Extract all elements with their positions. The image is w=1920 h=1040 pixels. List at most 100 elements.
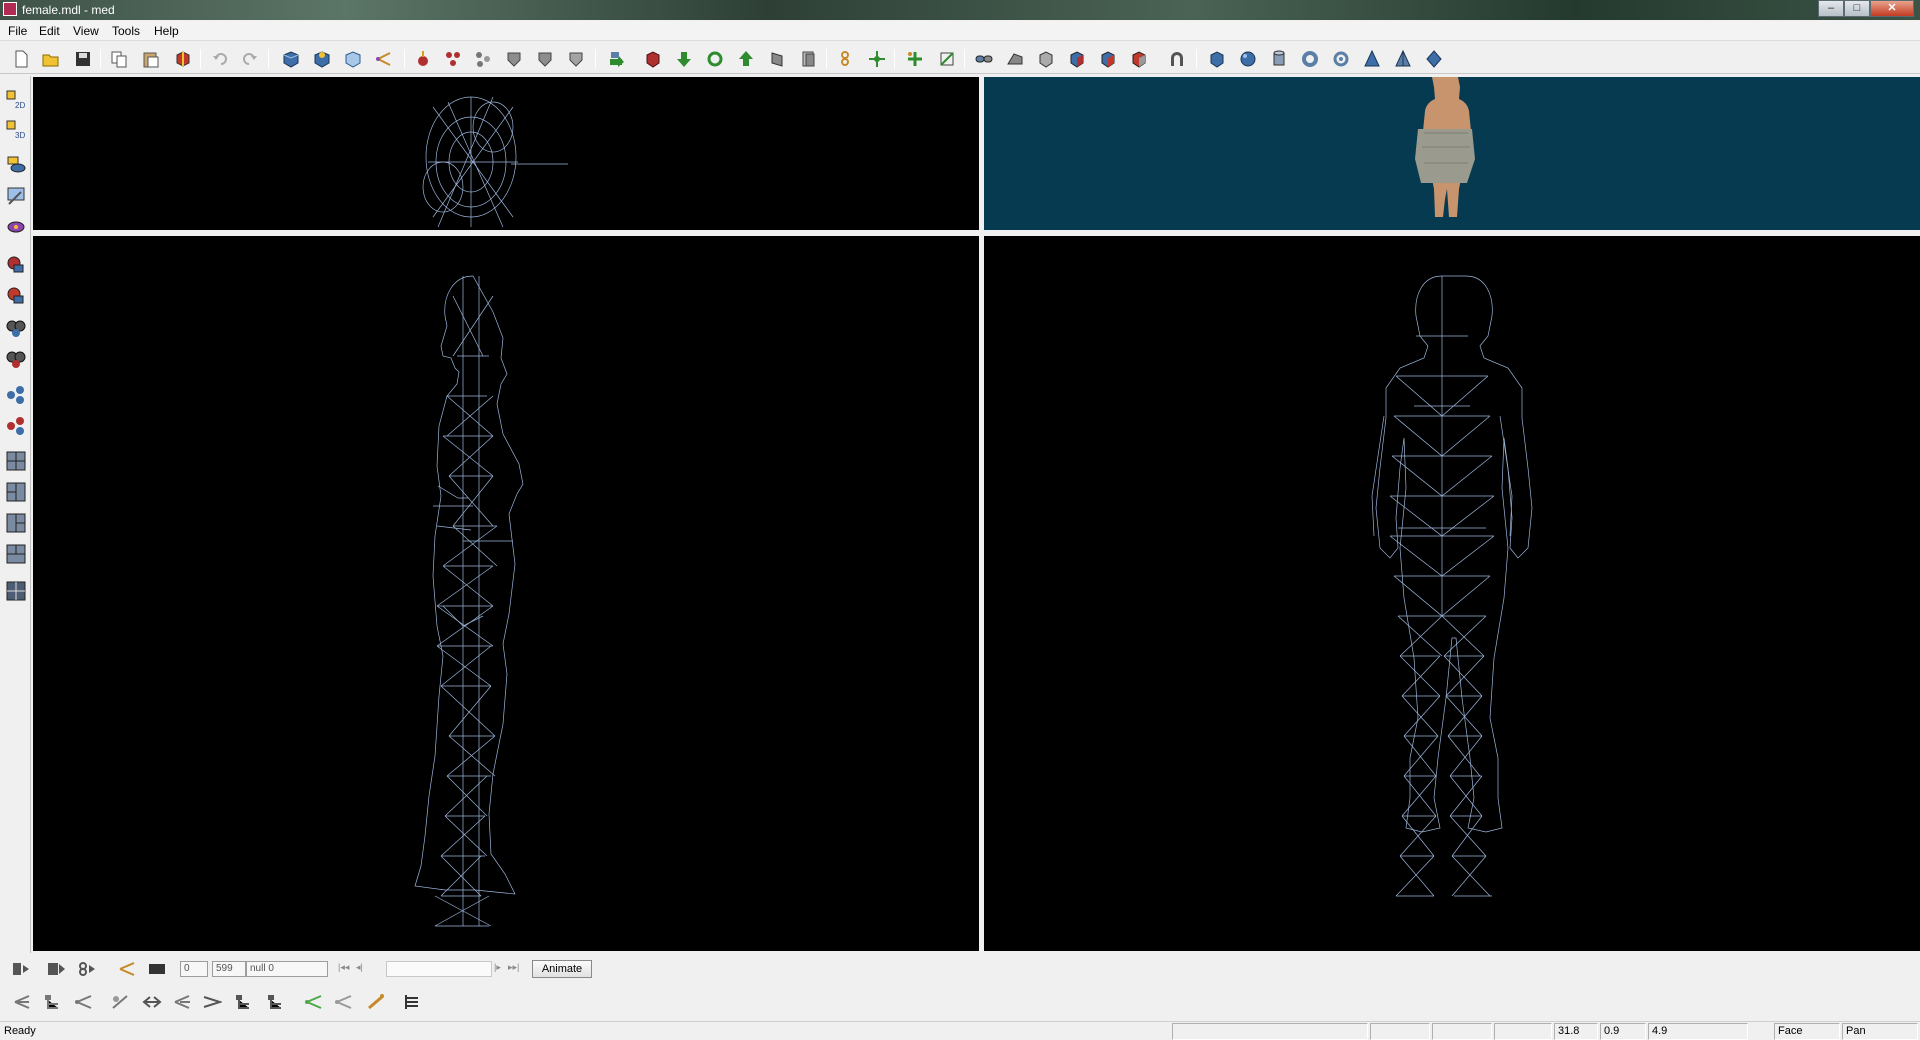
- torus-primitive-icon[interactable]: [1299, 48, 1321, 70]
- fast-forward-button[interactable]: ▸▸|: [508, 962, 519, 973]
- link-icon[interactable]: [973, 48, 995, 70]
- keyframe-tool-icon[interactable]: [10, 959, 32, 979]
- texture-view-icon[interactable]: [4, 184, 28, 208]
- viewport-top[interactable]: [33, 77, 979, 230]
- layout-grid-icon[interactable]: [4, 579, 28, 603]
- anim-node-icon[interactable]: [76, 959, 98, 979]
- tree-minus-icon[interactable]: [264, 991, 288, 1013]
- pyramid-primitive-icon[interactable]: [1392, 48, 1414, 70]
- red-light-icon[interactable]: [4, 253, 28, 277]
- red-blue-box-icon[interactable]: [1097, 48, 1119, 70]
- nodes-move-icon[interactable]: [200, 991, 224, 1013]
- nodes-link-icon[interactable]: [72, 991, 96, 1013]
- copy-icon[interactable]: [108, 48, 130, 70]
- gray-nodes-icon[interactable]: [332, 991, 356, 1013]
- redo-icon[interactable]: [239, 48, 261, 70]
- play-anim-icon[interactable]: [46, 959, 68, 979]
- bone-icon[interactable]: [364, 991, 388, 1013]
- view-3d-icon[interactable]: 3D: [4, 118, 28, 142]
- undo-icon[interactable]: [209, 48, 231, 70]
- arrows-icon[interactable]: [140, 991, 164, 1013]
- menu-view[interactable]: View: [73, 24, 99, 38]
- green-up-arrow-icon[interactable]: [735, 48, 757, 70]
- gray-shield-3-icon[interactable]: [565, 48, 587, 70]
- maximize-button[interactable]: □: [1844, 0, 1870, 17]
- cone-primitive-icon[interactable]: [1361, 48, 1383, 70]
- viewport-side[interactable]: [33, 236, 979, 951]
- anim-share-icon[interactable]: [116, 959, 138, 979]
- skeleton-icon[interactable]: [400, 991, 424, 1013]
- eye-red-icon[interactable]: [4, 347, 28, 371]
- viewport-front[interactable]: [984, 236, 1920, 951]
- gray-box-icon[interactable]: [1035, 48, 1057, 70]
- anim-name-field[interactable]: null 0: [246, 961, 328, 977]
- sphere-primitive-icon[interactable]: [1237, 48, 1259, 70]
- paste-icon[interactable]: [140, 48, 162, 70]
- magnet-icon[interactable]: [1166, 48, 1188, 70]
- material-view-icon[interactable]: [4, 215, 28, 239]
- menu-file[interactable]: File: [8, 24, 27, 38]
- green-rotate-icon[interactable]: [704, 48, 726, 70]
- gray-shape-icon[interactable]: [1004, 48, 1026, 70]
- red-gray-box-icon[interactable]: [1128, 48, 1150, 70]
- film-strip-icon[interactable]: [146, 959, 168, 979]
- tree-plus-icon[interactable]: [232, 991, 256, 1013]
- red-pin-icon[interactable]: [412, 48, 434, 70]
- chain-icon[interactable]: [834, 48, 856, 70]
- blue-nodes-icon[interactable]: [4, 383, 28, 407]
- red-box-icon[interactable]: [1066, 48, 1088, 70]
- cylinder-primitive-icon[interactable]: [1268, 48, 1290, 70]
- eye-icon[interactable]: [4, 316, 28, 340]
- gray-hierarchy-icon[interactable]: [472, 48, 494, 70]
- nodes-edit-icon[interactable]: [108, 991, 132, 1013]
- red-hierarchy-icon[interactable]: [442, 48, 464, 70]
- red-light-2-icon[interactable]: [4, 284, 28, 308]
- gray-shield-icon[interactable]: [503, 48, 525, 70]
- gray-shield-2-icon[interactable]: [534, 48, 556, 70]
- share-nodes-icon[interactable]: [373, 48, 395, 70]
- red-nodes-icon[interactable]: [4, 414, 28, 438]
- open-folder-icon[interactable]: [40, 48, 62, 70]
- frame-slider[interactable]: [386, 961, 492, 977]
- diamond-primitive-icon[interactable]: [1423, 48, 1445, 70]
- menu-edit[interactable]: Edit: [39, 24, 60, 38]
- menu-tools[interactable]: Tools: [112, 24, 140, 38]
- close-button[interactable]: ✕: [1870, 0, 1914, 17]
- status-bar: Ready 31.8 0.9 4.9 Face Pan: [0, 1021, 1920, 1040]
- import-icon[interactable]: [172, 48, 194, 70]
- nodes-swap-icon[interactable]: [170, 991, 194, 1013]
- minimize-button[interactable]: –: [1818, 0, 1844, 17]
- cube-gear-icon[interactable]: [311, 48, 333, 70]
- layout-left-icon[interactable]: [4, 511, 28, 535]
- camera-view-icon[interactable]: [4, 152, 28, 176]
- cube-primitive-icon[interactable]: [1206, 48, 1228, 70]
- save-icon[interactable]: [72, 48, 94, 70]
- frame-end-field[interactable]: 599: [212, 961, 246, 977]
- layout-bottom-icon[interactable]: [4, 542, 28, 566]
- rewind-button[interactable]: |◂◂: [338, 962, 349, 973]
- step-back-button[interactable]: ◂|: [356, 962, 363, 973]
- gray-pages-icon[interactable]: [797, 48, 819, 70]
- green-nodes-icon[interactable]: [302, 991, 326, 1013]
- torus-knot-primitive-icon[interactable]: [1330, 48, 1352, 70]
- light-cube-icon[interactable]: [342, 48, 364, 70]
- green-move-icon[interactable]: [866, 48, 888, 70]
- viewport-preview[interactable]: [984, 77, 1920, 230]
- blue-cube-icon[interactable]: [280, 48, 302, 70]
- nodes-tree-icon[interactable]: [41, 991, 65, 1013]
- menu-help[interactable]: Help: [154, 24, 179, 38]
- resize-box-icon[interactable]: [936, 48, 958, 70]
- step-forward-button[interactable]: |▸: [494, 962, 501, 973]
- layout-split-icon[interactable]: [4, 480, 28, 504]
- new-file-icon[interactable]: [10, 48, 32, 70]
- red-cube-icon[interactable]: [642, 48, 664, 70]
- green-down-arrow-icon[interactable]: [673, 48, 695, 70]
- nodes-icon[interactable]: [10, 991, 34, 1013]
- plus-node-icon[interactable]: [904, 48, 926, 70]
- view-2d-icon[interactable]: 2D: [4, 88, 28, 112]
- forward-arrow-icon[interactable]: [606, 48, 628, 70]
- frame-start-field[interactable]: 0: [180, 961, 208, 977]
- animate-button[interactable]: Animate: [532, 960, 592, 978]
- layout-quad-icon[interactable]: [4, 449, 28, 473]
- gray-slab-icon[interactable]: [766, 48, 788, 70]
